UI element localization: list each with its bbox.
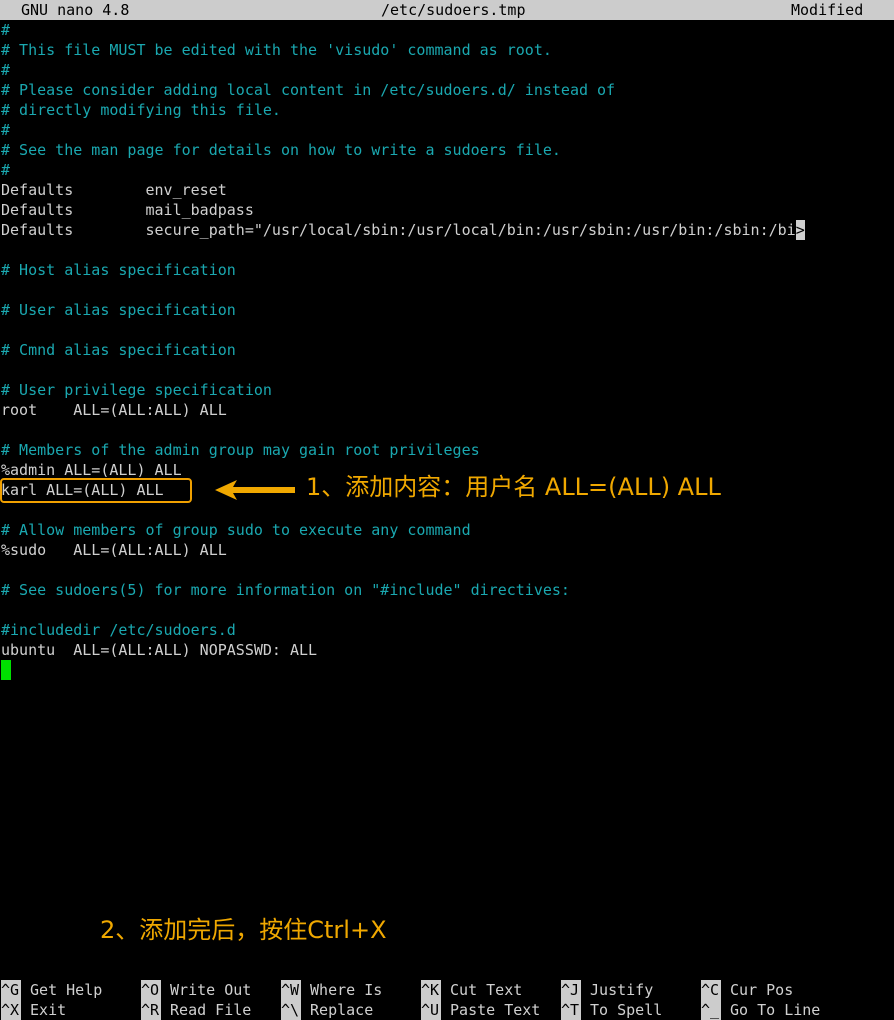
- editor-line[interactable]: # Members of the admin group may gain ro…: [1, 440, 480, 460]
- shortcut-item[interactable]: ^J Justify: [561, 980, 653, 1000]
- shortcut-label: Replace: [301, 1001, 374, 1019]
- shortcut-label: Get Help: [21, 981, 103, 999]
- shortcut-item[interactable]: ^K Cut Text: [421, 980, 522, 1000]
- line-text: # Please consider adding local content i…: [1, 81, 616, 99]
- shortcut-key: ^C: [701, 980, 721, 1000]
- editor-line[interactable]: # This file MUST be edited with the 'vis…: [1, 40, 552, 60]
- line-text: # Host alias specification: [1, 261, 236, 279]
- line-text: ubuntu ALL=(ALL:ALL) NOPASSWD: ALL: [1, 641, 318, 659]
- editor-line[interactable]: Defaults env_reset: [1, 180, 227, 200]
- shortcut-item[interactable]: ^U Paste Text: [421, 1000, 540, 1020]
- annotation-step1: 1、添加内容：用户名 ALL=(ALL) ALL: [306, 473, 721, 501]
- shortcut-label: Justify: [581, 981, 654, 999]
- shortcut-key: ^G: [1, 980, 21, 1000]
- shortcut-item[interactable]: ^R Read File: [141, 1000, 251, 1020]
- modified-status: Modified: [791, 1, 864, 19]
- shortcut-key: ^X: [1, 1000, 21, 1020]
- line-text: %admin ALL=(ALL) ALL: [1, 461, 182, 479]
- shortcut-key: ^_: [701, 1000, 721, 1020]
- editor-line[interactable]: #: [1, 60, 10, 80]
- line-text: root ALL=(ALL:ALL) ALL: [1, 401, 227, 419]
- shortcut-key: ^T: [561, 1000, 581, 1020]
- shortcut-item[interactable]: ^C Cur Pos: [701, 980, 793, 1000]
- line-text: #includedir /etc/sudoers.d: [1, 621, 236, 639]
- editor-line[interactable]: #includedir /etc/sudoers.d: [1, 620, 236, 640]
- line-continuation-marker: >: [795, 220, 805, 240]
- line-text: # directly modifying this file.: [1, 101, 281, 119]
- annotation-step2: 2、添加完后，按住Ctrl+X: [100, 916, 387, 944]
- editor-line[interactable]: #: [1, 120, 10, 140]
- shortcut-label: Go To Line: [721, 1001, 821, 1019]
- shortcut-key: ^R: [141, 1000, 161, 1020]
- editor-line[interactable]: root ALL=(ALL:ALL) ALL: [1, 400, 227, 420]
- app-version: GNU nano 4.8: [21, 1, 130, 19]
- editor-line[interactable]: # See the man page for details on how to…: [1, 140, 561, 160]
- arrow-left-icon: [215, 480, 295, 500]
- editor-line[interactable]: # Please consider adding local content i…: [1, 80, 615, 100]
- line-text: # User privilege specification: [1, 381, 272, 399]
- editor-line[interactable]: # directly modifying this file.: [1, 100, 281, 120]
- shortcut-item[interactable]: ^_ Go To Line: [701, 1000, 820, 1020]
- line-text: # See the man page for details on how to…: [1, 141, 561, 159]
- shortcut-item[interactable]: ^X Exit: [1, 1000, 66, 1020]
- shortcut-label: Exit: [21, 1001, 67, 1019]
- editor-line[interactable]: %admin ALL=(ALL) ALL: [1, 460, 182, 480]
- shortcut-key: ^J: [561, 980, 581, 1000]
- shortcut-label: Paste Text: [441, 1001, 541, 1019]
- line-text: #: [1, 161, 11, 179]
- line-text: # See sudoers(5) for more information on…: [1, 581, 570, 599]
- editor-line[interactable]: # Host alias specification: [1, 260, 236, 280]
- line-text: #: [1, 61, 11, 79]
- shortcut-item[interactable]: ^G Get Help: [1, 980, 102, 1000]
- shortcut-key: ^K: [421, 980, 441, 1000]
- line-text: Defaults secure_path="/usr/local/sbin:/u…: [1, 221, 796, 239]
- shortcut-item[interactable]: ^T To Spell: [561, 1000, 662, 1020]
- editor-line[interactable]: # See sudoers(5) for more information on…: [1, 580, 570, 600]
- shortcut-label: Cut Text: [441, 981, 523, 999]
- editor-line[interactable]: %sudo ALL=(ALL:ALL) ALL: [1, 540, 227, 560]
- editor-line[interactable]: #: [1, 160, 10, 180]
- line-text: # Allow members of group sudo to execute…: [1, 521, 471, 539]
- editor-line[interactable]: Defaults secure_path="/usr/local/sbin:/u…: [1, 220, 805, 240]
- shortcut-label: Cur Pos: [721, 981, 794, 999]
- shortcut-label: Write Out: [161, 981, 252, 999]
- shortcut-label: To Spell: [581, 1001, 663, 1019]
- line-text: %sudo ALL=(ALL:ALL) ALL: [1, 541, 227, 559]
- editor-line[interactable]: #: [1, 20, 10, 40]
- highlight-box: [0, 478, 192, 503]
- line-text: #: [1, 21, 11, 39]
- line-text: # This file MUST be edited with the 'vis…: [1, 41, 552, 59]
- file-name: /etc/sudoers.tmp: [381, 1, 526, 19]
- line-text: # Cmnd alias specification: [1, 341, 236, 359]
- line-text: # Members of the admin group may gain ro…: [1, 441, 480, 459]
- shortcut-item[interactable]: ^O Write Out: [141, 980, 251, 1000]
- editor-line[interactable]: # Allow members of group sudo to execute…: [1, 520, 471, 540]
- editor-line[interactable]: # Cmnd alias specification: [1, 340, 236, 360]
- shortcut-label: Where Is: [301, 981, 383, 999]
- text-cursor: [1, 660, 11, 680]
- shortcut-key: ^O: [141, 980, 161, 1000]
- shortcut-key: ^W: [281, 980, 301, 1000]
- shortcut-item[interactable]: ^W Where Is: [281, 980, 382, 1000]
- shortcut-key: ^\: [281, 1000, 301, 1020]
- line-text: #: [1, 121, 11, 139]
- line-text: Defaults mail_badpass: [1, 201, 254, 219]
- terminal-window[interactable]: GNU nano 4.8 /etc/sudoers.tmp Modified #…: [0, 0, 894, 1020]
- shortcut-item[interactable]: ^\ Replace: [281, 1000, 373, 1020]
- shortcut-key: ^U: [421, 1000, 441, 1020]
- editor-line[interactable]: ubuntu ALL=(ALL:ALL) NOPASSWD: ALL: [1, 640, 317, 660]
- shortcut-label: Read File: [161, 1001, 252, 1019]
- editor-line[interactable]: # User privilege specification: [1, 380, 272, 400]
- editor-line[interactable]: Defaults mail_badpass: [1, 200, 254, 220]
- nano-title-bar: GNU nano 4.8 /etc/sudoers.tmp Modified: [0, 0, 894, 20]
- line-text: # User alias specification: [1, 301, 236, 319]
- editor-line[interactable]: # User alias specification: [1, 300, 236, 320]
- line-text: Defaults env_reset: [1, 181, 227, 199]
